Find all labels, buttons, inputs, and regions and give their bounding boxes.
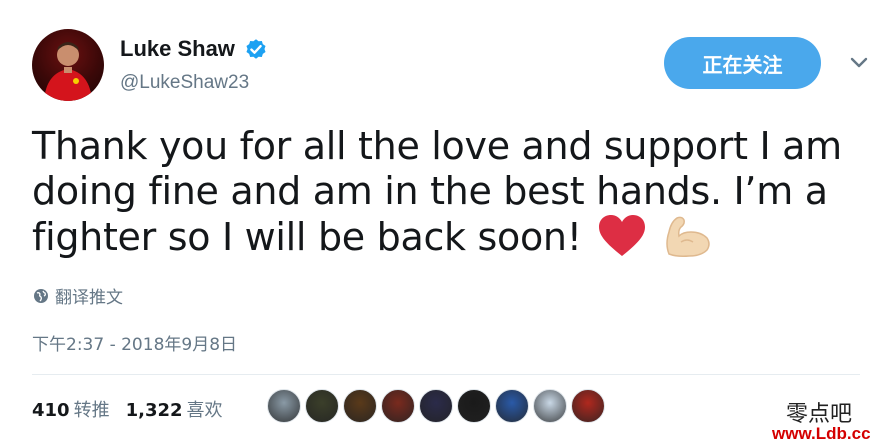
liker-avatars bbox=[267, 389, 605, 423]
tweet-stats: 410 转推 1,322 喜欢 bbox=[32, 396, 223, 422]
profile-avatar[interactable] bbox=[32, 29, 104, 101]
translate-tweet-link[interactable]: 翻译推文 bbox=[33, 283, 123, 308]
liker-avatar[interactable] bbox=[457, 389, 491, 423]
divider bbox=[32, 374, 860, 375]
retweets-label[interactable]: 转推 bbox=[74, 400, 110, 421]
display-name-text[interactable]: Luke Shaw bbox=[120, 36, 235, 62]
flexed-biceps-icon bbox=[666, 216, 710, 257]
liker-avatar[interactable] bbox=[533, 389, 567, 423]
liker-avatar[interactable] bbox=[495, 389, 529, 423]
liker-avatar[interactable] bbox=[419, 389, 453, 423]
globe-icon bbox=[34, 288, 48, 303]
liker-avatar[interactable] bbox=[267, 389, 301, 423]
liker-avatar[interactable] bbox=[305, 389, 339, 423]
likes-count[interactable]: 1,322 bbox=[126, 400, 183, 421]
likes-stat[interactable]: 1,322 喜欢 bbox=[126, 396, 223, 422]
likes-label[interactable]: 喜欢 bbox=[187, 400, 223, 421]
liker-avatar[interactable] bbox=[343, 389, 377, 423]
display-name[interactable]: Luke Shaw bbox=[120, 36, 269, 62]
tweet-text: Thank you for all the love and support I… bbox=[32, 124, 862, 260]
liker-avatar[interactable] bbox=[571, 389, 605, 423]
red-heart-icon bbox=[599, 215, 646, 256]
user-handle[interactable]: @LukeShaw23 bbox=[120, 72, 249, 94]
liker-avatar[interactable] bbox=[381, 389, 415, 423]
verified-badge-icon bbox=[246, 39, 266, 59]
translate-label[interactable]: 翻译推文 bbox=[55, 283, 123, 308]
retweets-stat[interactable]: 410 转推 bbox=[32, 396, 110, 422]
retweets-count[interactable]: 410 bbox=[32, 400, 70, 421]
tweet-body: Thank you for all the love and support I… bbox=[32, 124, 842, 259]
watermark-url: www.Ldb.cc bbox=[772, 424, 871, 443]
following-button[interactable]: 正在关注 bbox=[664, 37, 821, 89]
chevron-down-icon[interactable] bbox=[849, 56, 869, 70]
tweet-timestamp[interactable]: 下午2:37 - 2018年9月8日 bbox=[32, 330, 237, 355]
